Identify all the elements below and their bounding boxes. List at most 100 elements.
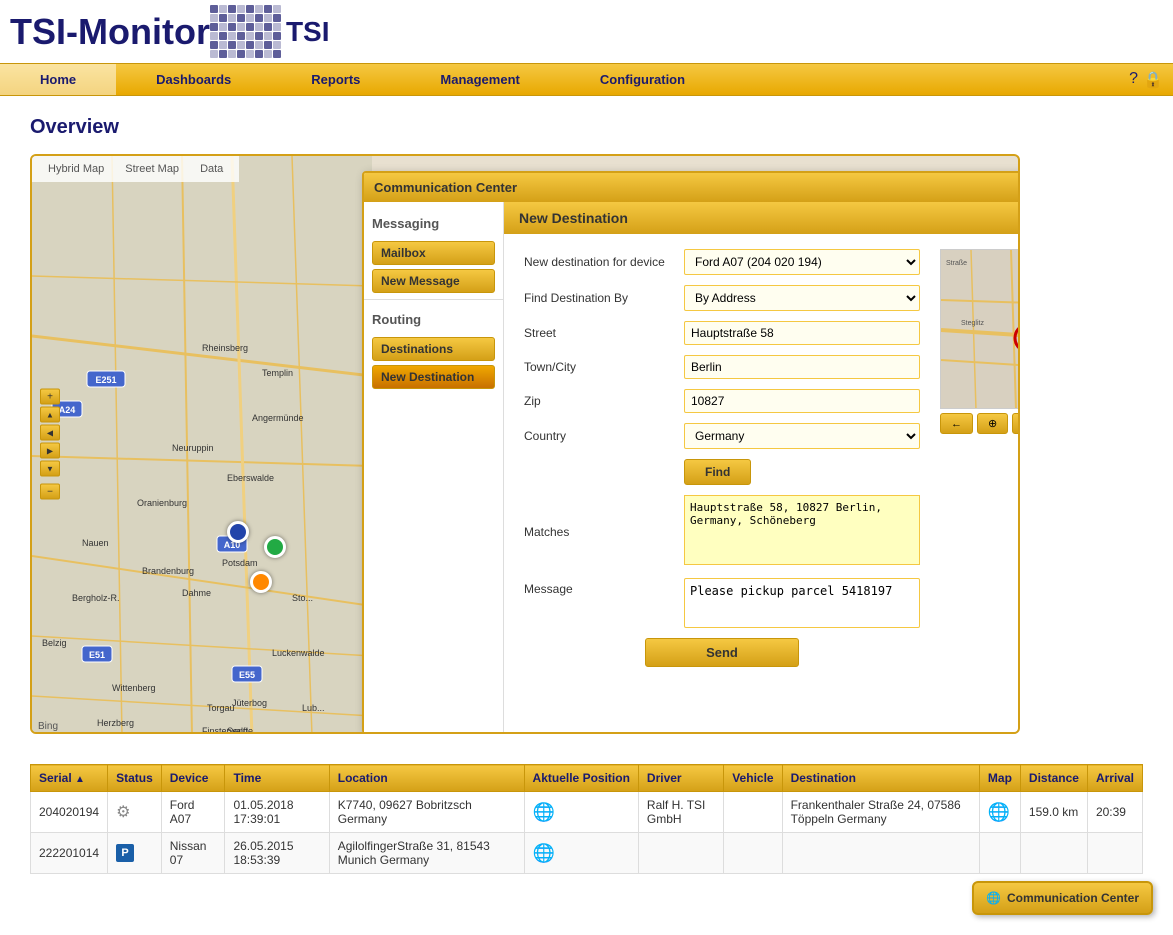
cell-vehicle	[724, 833, 782, 874]
col-destination[interactable]: Destination	[782, 765, 979, 792]
globe-icon-2[interactable]: 🌐	[533, 843, 555, 863]
town-input[interactable]	[684, 355, 920, 379]
matches-control: Hauptstraße 58, 10827 Berlin, Germany, S…	[684, 495, 920, 568]
pan-left-button[interactable]: ◀	[40, 425, 60, 441]
globe-float-icon: 🌐	[986, 891, 1001, 905]
nav-reports[interactable]: Reports	[271, 64, 400, 95]
find-by-label: Find Destination By	[524, 291, 684, 305]
col-map[interactable]: Map	[979, 765, 1020, 792]
cell-serial: 222201014	[31, 833, 108, 874]
form-left: New destination for device Ford A07 (204…	[524, 249, 920, 677]
logo-box: TSI	[210, 5, 330, 58]
zip-input[interactable]	[684, 389, 920, 413]
cell-location: K7740, 09627 Bobritzsch Germany	[329, 792, 524, 833]
col-time[interactable]: Time	[225, 765, 329, 792]
find-button[interactable]: Find	[684, 459, 751, 485]
vehicle-marker-blue[interactable]	[227, 521, 249, 543]
destinations-button[interactable]: Destinations	[372, 337, 495, 361]
comm-center-float-button[interactable]: 🌐 Communication Center	[972, 881, 1153, 915]
col-arrival[interactable]: Arrival	[1087, 765, 1142, 792]
map-tabs: Hybrid Map Street Map Data	[32, 156, 239, 182]
svg-text:Lub...: Lub...	[302, 703, 325, 713]
col-device[interactable]: Device	[161, 765, 225, 792]
map-tab-street[interactable]: Street Map	[117, 161, 187, 177]
vehicles-table: Serial ▲ Status Device Time Location Akt…	[30, 764, 1143, 874]
col-status[interactable]: Status	[108, 765, 162, 792]
main-content: Overview Hybrid Map Street Map Data	[0, 96, 1173, 754]
map-globe-icon[interactable]: 🌐	[988, 802, 1010, 822]
vehicle-marker-orange[interactable]	[250, 571, 272, 593]
svg-text:Eberswalde: Eberswalde	[227, 473, 274, 483]
zoom-out-button[interactable]: −	[40, 484, 60, 500]
svg-text:E251: E251	[95, 375, 116, 385]
main-nav: Home Dashboards Reports Management Confi…	[0, 63, 1173, 96]
matches-textarea[interactable]: Hauptstraße 58, 10827 Berlin, Germany, S…	[684, 495, 920, 565]
nav-management[interactable]: Management	[400, 64, 559, 95]
messaging-section-label: Messaging	[364, 210, 503, 237]
device-select[interactable]: Ford A07 (204 020 194)	[684, 249, 920, 275]
zoom-in-button[interactable]: +	[40, 389, 60, 405]
map-thumb-btn-1[interactable]: ←	[940, 413, 973, 434]
new-message-button[interactable]: New Message	[372, 269, 495, 293]
zip-row: Zip	[524, 389, 920, 413]
col-aktuelle[interactable]: Aktuelle Position	[524, 765, 638, 792]
map-thumb-btn-2[interactable]: ⊕	[977, 413, 1008, 434]
col-driver[interactable]: Driver	[638, 765, 723, 792]
map-svg: E251 A24 A10 E51 E55 Rheinsberg Templin …	[32, 156, 372, 734]
mailbox-button[interactable]: Mailbox	[372, 241, 495, 265]
table-row: 222201014 P Nissan 07 26.05.2015 18:53:3…	[31, 833, 1143, 874]
pan-up-button[interactable]: ▲	[40, 407, 60, 423]
cell-position: 🌐	[524, 792, 638, 833]
nav-configuration[interactable]: Configuration	[560, 64, 725, 95]
parking-status-icon: P	[116, 844, 134, 862]
cell-location: AgilolfingerStraße 31, 81543 Munich Germ…	[329, 833, 524, 874]
message-textarea[interactable]: Please pickup parcel 5418197	[684, 578, 920, 628]
map-tab-data[interactable]: Data	[192, 161, 231, 177]
svg-text:Steglitz: Steglitz	[961, 320, 984, 327]
message-row: Message Please pickup parcel 5418197	[524, 578, 920, 628]
cell-status: ⚙	[108, 792, 162, 833]
country-select[interactable]: Germany	[684, 423, 920, 449]
send-button[interactable]: Send	[645, 638, 799, 667]
lock-icon[interactable]: 🔒	[1143, 70, 1163, 90]
cell-destination	[782, 833, 979, 874]
help-icon[interactable]: ?	[1129, 70, 1138, 90]
nav-home[interactable]: Home	[0, 64, 116, 95]
nav-dashboards[interactable]: Dashboards	[116, 64, 271, 95]
zip-label: Zip	[524, 394, 684, 408]
map-controls: + ▲ ◀ ▶ ▼ −	[40, 389, 60, 500]
vehicle-marker-green[interactable]	[264, 536, 286, 558]
map-thumb-btn-3[interactable]: →	[1012, 413, 1020, 434]
map-tab-hybrid[interactable]: Hybrid Map	[40, 161, 112, 177]
comm-form-content: New Destination New destination for devi…	[504, 202, 1020, 732]
find-by-select[interactable]: By Address	[684, 285, 920, 311]
street-control	[684, 321, 920, 345]
svg-text:Sto...: Sto...	[292, 593, 313, 603]
new-destination-button[interactable]: New Destination	[372, 365, 495, 389]
page-title: Overview	[30, 116, 1143, 139]
street-input[interactable]	[684, 321, 920, 345]
globe-icon[interactable]: 🌐	[533, 802, 555, 822]
col-location[interactable]: Location	[329, 765, 524, 792]
col-serial[interactable]: Serial ▲	[31, 765, 108, 792]
comm-center-body: Messaging Mailbox New Message Routing De…	[364, 202, 1020, 732]
svg-text:Senft.: Senft.	[227, 726, 251, 734]
cell-distance: 159.0 km	[1020, 792, 1087, 833]
cell-destination: Frankenthaler Straße 24, 07586 Töppeln G…	[782, 792, 979, 833]
cell-map	[979, 833, 1020, 874]
svg-text:Oranienburg: Oranienburg	[137, 498, 187, 508]
cell-device: Nissan 07	[161, 833, 225, 874]
street-label: Street	[524, 326, 684, 340]
pan-down-button[interactable]: ▼	[40, 461, 60, 477]
svg-text:Templin: Templin	[262, 368, 293, 378]
comm-center-header: Communication Center ✕	[364, 173, 1020, 202]
pan-right-button[interactable]: ▶	[40, 443, 60, 459]
cell-position: 🌐	[524, 833, 638, 874]
town-label: Town/City	[524, 360, 684, 374]
zip-control	[684, 389, 920, 413]
table-header: Serial ▲ Status Device Time Location Akt…	[31, 765, 1143, 792]
svg-text:E51: E51	[89, 650, 105, 660]
cell-map: 🌐	[979, 792, 1020, 833]
col-vehicle[interactable]: Vehicle	[724, 765, 782, 792]
col-distance[interactable]: Distance	[1020, 765, 1087, 792]
